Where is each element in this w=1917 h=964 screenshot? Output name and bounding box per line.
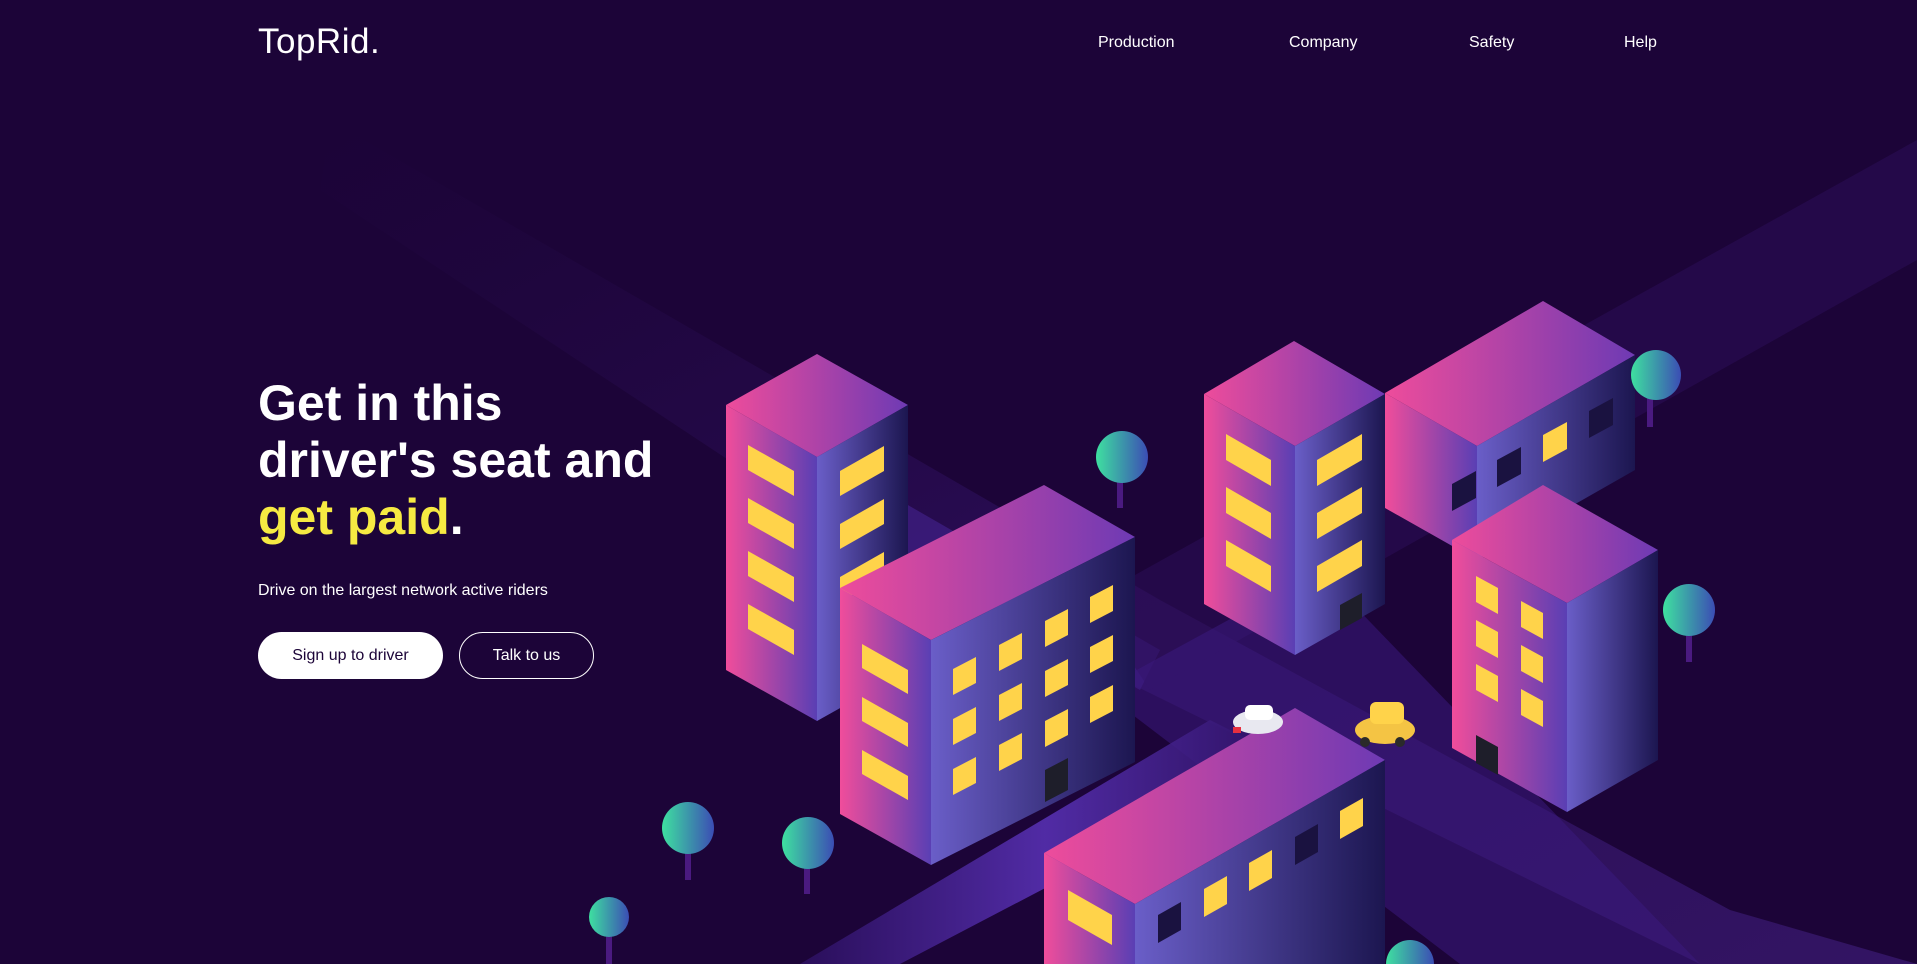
hero-headline: Get in this driver's seat and get paid. xyxy=(258,375,778,546)
headline-accent: get paid xyxy=(258,489,450,545)
tree xyxy=(782,817,834,894)
headline-line-1: Get in this xyxy=(258,375,503,431)
headline-line-2: driver's seat and xyxy=(258,432,654,488)
sign-up-driver-button[interactable]: Sign up to driver xyxy=(258,632,443,679)
tree xyxy=(1096,431,1148,508)
nav-item-company[interactable]: Company xyxy=(1289,34,1357,52)
nav-item-production[interactable]: Production xyxy=(1098,34,1175,52)
tree xyxy=(1663,584,1715,662)
talk-to-us-button[interactable]: Talk to us xyxy=(459,632,594,679)
hero-section: Get in this driver's seat and get paid. … xyxy=(258,375,778,679)
building-right xyxy=(1452,485,1658,812)
hero-subtitle: Drive on the largest network active ride… xyxy=(258,582,548,599)
tree xyxy=(1386,940,1434,964)
building-tall-right xyxy=(1204,341,1385,655)
nav-item-help[interactable]: Help xyxy=(1624,34,1657,52)
headline-period: . xyxy=(449,489,464,545)
brand-logo[interactable]: TopRid. xyxy=(258,22,380,62)
tree xyxy=(589,897,629,964)
tree xyxy=(662,802,714,880)
nav-item-safety[interactable]: Safety xyxy=(1469,34,1514,52)
site-header: TopRid. Production Company Safety Help xyxy=(0,0,1917,90)
